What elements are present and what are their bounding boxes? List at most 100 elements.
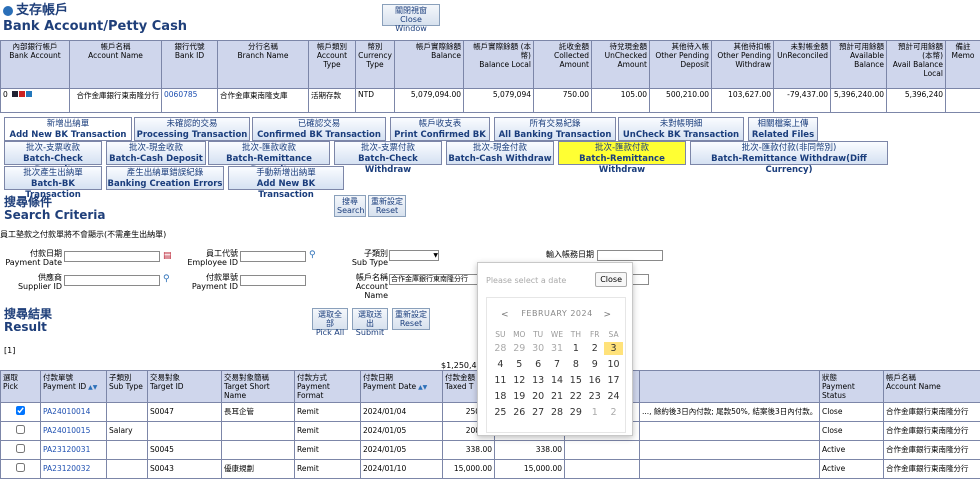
bank-account-cell[interactable]: 0	[1, 89, 70, 113]
calendar-day[interactable]: 8	[566, 358, 585, 371]
calendar-day[interactable]: 29	[566, 406, 585, 419]
tab-label-zh: 手動新增出納單	[229, 168, 343, 179]
tab-row3-0[interactable]: 批次產生出納單Batch-BK Transaction	[4, 166, 102, 190]
tab-row2-2[interactable]: 批次-匯款收款Batch-Remittance Deposit	[208, 141, 330, 165]
calendar-day[interactable]: 1	[585, 406, 604, 419]
date-picker-close-button[interactable]: Close	[595, 272, 627, 287]
cell-empty	[565, 440, 640, 459]
payment-date-input[interactable]	[64, 251, 160, 262]
pick-checkbox[interactable]	[16, 406, 25, 415]
tab-row1-4[interactable]: 所有交易紀錄All Banking Transaction	[494, 117, 616, 141]
header-zh: 帳戶實際餘額	[416, 42, 461, 51]
calendar-day[interactable]: 11	[491, 374, 510, 387]
calendar-day[interactable]: 21	[548, 390, 567, 403]
calendar-day[interactable]: 2	[604, 406, 623, 419]
calendar-day[interactable]: 31	[548, 342, 567, 355]
input-account-date-label: 輸入帳務日期	[494, 250, 594, 259]
cell-payment-id[interactable]: PA24010015	[41, 421, 107, 440]
tab-row1-6[interactable]: 相關檔案上傳Related Files	[748, 117, 818, 141]
calendar-day[interactable]: 2	[585, 342, 604, 355]
calendar-day[interactable]: 23	[585, 390, 604, 403]
calendar-day[interactable]: 3	[604, 342, 623, 355]
calendar-day[interactable]: 10	[604, 358, 623, 371]
search-icon[interactable]: ⚲	[163, 274, 170, 284]
calendar-day[interactable]: 17	[604, 374, 623, 387]
tab-label-en: Batch-Remittance Withdraw	[559, 154, 685, 176]
cell-account: 合作金庫銀行東南隆分行	[884, 459, 980, 478]
payment-id-input[interactable]	[240, 275, 306, 286]
input-account-date-input[interactable]	[597, 250, 663, 261]
calendar-icon[interactable]: ▤	[163, 251, 172, 261]
header-en: Branch Name	[238, 51, 289, 60]
pick-all-button[interactable]: 選取全部Pick All	[312, 308, 348, 330]
cell-payment-id[interactable]: PA24010014	[41, 402, 107, 421]
calendar-day[interactable]: 7	[548, 358, 567, 371]
submit-zh: 選取送出	[358, 310, 382, 328]
calendar-day[interactable]: 19	[510, 390, 529, 403]
weekday-label: MO	[510, 330, 529, 339]
sort-icon[interactable]: ▲▼	[416, 384, 427, 391]
calendar-day[interactable]: 13	[529, 374, 548, 387]
tab-row1-2[interactable]: 已確認交易Confirmed BK Transaction	[252, 117, 386, 141]
cell-payment-id[interactable]: PA23120032	[41, 459, 107, 478]
sort-icon[interactable]: ▲▼	[86, 384, 97, 391]
calendar-day[interactable]: 18	[491, 390, 510, 403]
tab-row2-3[interactable]: 批次-支票付款Batch-Check Withdraw	[334, 141, 442, 165]
calendar-day[interactable]: 9	[585, 358, 604, 371]
cell-payment-id[interactable]: PA23120031	[41, 440, 107, 459]
calendar-day[interactable]: 1	[566, 342, 585, 355]
search-reset-zh: 重新設定	[371, 197, 403, 206]
supplier-id-input[interactable]	[64, 275, 160, 286]
payment-date-label: 付款日期Payment Date	[4, 249, 62, 267]
calendar-day[interactable]: 20	[529, 390, 548, 403]
close-window-button[interactable]: 關閉視窗Close Window	[382, 4, 440, 26]
calendar-day[interactable]: 16	[585, 374, 604, 387]
tab-row1-0[interactable]: 新增出納單Add New BK Transaction	[4, 117, 132, 141]
calendar-day[interactable]: 22	[566, 390, 585, 403]
tab-row2-5[interactable]: 批次-匯款付款Batch-Remittance Withdraw	[558, 141, 686, 165]
calendar-day[interactable]: 28	[491, 342, 510, 355]
tab-row1-1[interactable]: 未確認的交易Processing Transaction	[134, 117, 250, 141]
calendar-day[interactable]: 28	[548, 406, 567, 419]
calendar-day[interactable]: 27	[529, 406, 548, 419]
balance-cell: 5,079,094.00	[395, 89, 464, 113]
tab-row2-0[interactable]: 批次-支票收款Batch-Check Deposit	[4, 141, 102, 165]
tab-row1-5[interactable]: 未對帳明細UnCheck BK Transaction	[618, 117, 744, 141]
header-zh: 帳戶類別	[317, 42, 347, 51]
tab-row3-1[interactable]: 產生出納單錯誤紀錄Banking Creation Errors	[106, 166, 224, 190]
result-reset-button[interactable]: 重新設定Reset	[392, 308, 430, 330]
header-zh: 預計可用餘額	[839, 42, 884, 51]
sub-type-select[interactable]: ▼	[389, 250, 439, 261]
tab-row3-2[interactable]: 手動新增出納單Add New BK Transaction	[228, 166, 344, 190]
calendar-day[interactable]: 14	[548, 374, 567, 387]
bank-id-link[interactable]: 0060785	[162, 89, 218, 113]
calendar-day[interactable]: 4	[491, 358, 510, 371]
pick-checkbox[interactable]	[16, 425, 25, 434]
calendar-day[interactable]: 29	[510, 342, 529, 355]
account-col-header: 帳戶類別Account Type	[309, 41, 356, 89]
search-button[interactable]: 搜尋Search	[334, 195, 366, 217]
pick-checkbox[interactable]	[16, 444, 25, 453]
close-window-label-en: Close Window	[395, 15, 427, 33]
calendar-day[interactable]: 5	[510, 358, 529, 371]
calendar-day[interactable]: 6	[529, 358, 548, 371]
calendar-day[interactable]: 25	[491, 406, 510, 419]
header-en: Taxed T	[445, 382, 473, 391]
calendar-day[interactable]: 15	[566, 374, 585, 387]
header-zh: 狀態	[822, 373, 837, 382]
page-number[interactable]: [1]	[4, 346, 15, 355]
tab-row2-1[interactable]: 批次-現金收款Batch-Cash Deposit	[106, 141, 206, 165]
calendar-day[interactable]: 30	[529, 342, 548, 355]
tab-row1-3[interactable]: 帳戶收支表Print Confirmed BK	[390, 117, 490, 141]
calendar-day[interactable]: 26	[510, 406, 529, 419]
calendar-day[interactable]: 24	[604, 390, 623, 403]
account-name-label: 帳戶名稱Account Name	[330, 273, 388, 300]
tab-row2-4[interactable]: 批次-現金付款Batch-Cash Withdraw	[446, 141, 554, 165]
search-reset-button[interactable]: 重新設定Reset	[368, 195, 406, 217]
tab-row2-6[interactable]: 批次-匯款付款(非同幣別)Batch-Remittance Withdraw(D…	[690, 141, 888, 165]
employee-id-input[interactable]	[240, 251, 306, 262]
search-icon[interactable]: ⚲	[309, 250, 316, 260]
next-month-icon[interactable]: >	[603, 310, 611, 320]
submit-button[interactable]: 選取送出Submit	[352, 308, 388, 330]
calendar-day[interactable]: 12	[510, 374, 529, 387]
